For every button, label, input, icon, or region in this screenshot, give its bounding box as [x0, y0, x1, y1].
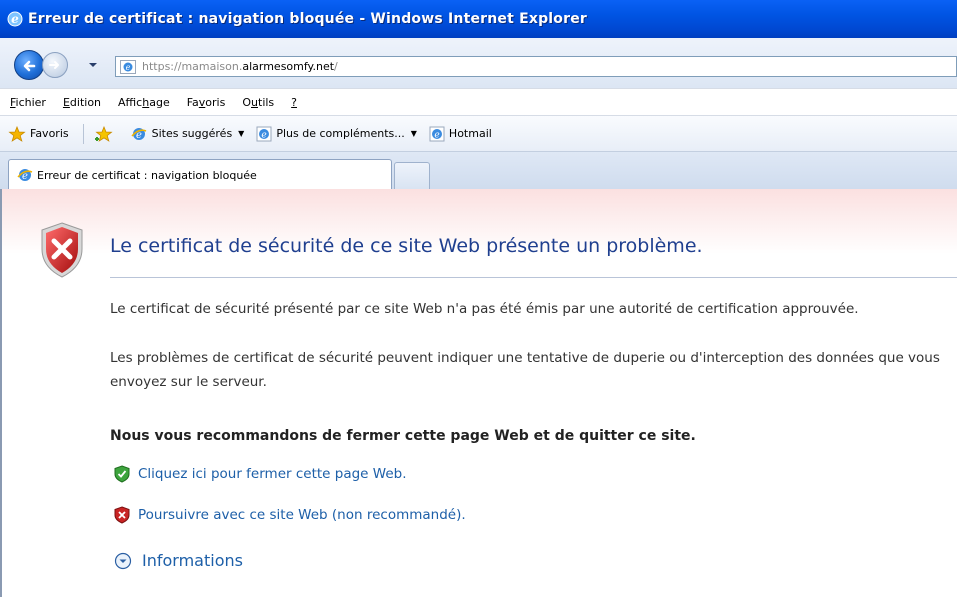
- ie-icon: e: [131, 127, 146, 141]
- separator: [82, 123, 84, 144]
- new-tab-button[interactable]: [394, 162, 430, 190]
- url-subdomain: mamaison.: [181, 60, 243, 73]
- close-page-label: Cliquez ici pour fermer cette page Web.: [138, 466, 407, 482]
- menu-favoris[interactable]: Favoris: [187, 96, 226, 109]
- certificate-message: Le certificat de sécurité présenté par c…: [110, 301, 859, 317]
- title-bar: e Erreur de certificat : navigation bloq…: [0, 0, 957, 38]
- history-dropdown-icon[interactable]: [88, 62, 98, 68]
- more-information-toggle[interactable]: Informations: [114, 551, 243, 570]
- svg-text:e: e: [136, 130, 142, 141]
- svg-text:e: e: [262, 130, 267, 140]
- recommendation-text: Nous vous recommandons de fermer cette p…: [110, 428, 696, 444]
- continue-site-label: Poursuivre avec ce site Web (non recomma…: [138, 507, 466, 523]
- tab-strip: e Erreur de certificat : navigation bloq…: [0, 151, 957, 190]
- caret-down-icon: ▼: [410, 129, 417, 138]
- continue-site-link[interactable]: Poursuivre avec ce site Web (non recomma…: [114, 506, 466, 524]
- add-favorite-icon: [94, 125, 113, 142]
- favorites-bar: Favoris e Sites suggérés ▼ e Plus de com…: [0, 115, 957, 151]
- page-icon: e: [120, 59, 136, 74]
- address-toolbar: e https://mamaison. alarmesomfy.net /: [0, 38, 957, 88]
- svg-text:e: e: [126, 63, 131, 72]
- more-addons-label: Plus de compléments...: [276, 127, 405, 140]
- favorites-button[interactable]: Favoris: [8, 125, 69, 142]
- ie-page-icon: e: [256, 126, 272, 141]
- warning-message: Les problèmes de certificat de sécurité …: [110, 350, 940, 390]
- hotmail-label: Hotmail: [448, 127, 492, 140]
- svg-text:e: e: [434, 130, 439, 140]
- forward-arrow-icon: [49, 61, 59, 69]
- menu-edition[interactable]: Edition: [63, 96, 101, 109]
- add-favorite-button[interactable]: [94, 125, 118, 142]
- star-icon: [8, 125, 26, 142]
- url-path: /: [334, 60, 338, 73]
- red-shield-icon: [114, 506, 130, 524]
- expand-chevron-icon: [114, 552, 132, 569]
- menu-bar: Fichier Edition Affichage Favoris Outils…: [0, 88, 957, 115]
- page-content: Le certificat de sécurité de ce site Web…: [0, 189, 957, 597]
- forward-button[interactable]: [42, 52, 68, 78]
- caret-down-icon: ▼: [238, 129, 245, 138]
- ie-logo-icon: e: [7, 11, 23, 27]
- menu-outils[interactable]: Outils: [242, 96, 274, 109]
- ie-tab-icon: e: [17, 169, 33, 182]
- suggested-sites-label: Sites suggérés: [151, 127, 233, 140]
- tab-label: Erreur de certificat : navigation bloqué…: [37, 168, 257, 182]
- svg-text:e: e: [11, 12, 19, 26]
- page-heading: Le certificat de sécurité de ce site Web…: [110, 235, 703, 257]
- ie-page-icon: e: [429, 126, 445, 141]
- close-page-link[interactable]: Cliquez ici pour fermer cette page Web.: [114, 465, 407, 483]
- suggested-sites-button[interactable]: e Sites suggérés ▼: [130, 126, 245, 142]
- favorites-label: Favoris: [30, 127, 69, 140]
- back-arrow-icon: [23, 60, 36, 72]
- menu-help[interactable]: ?: [291, 96, 297, 109]
- error-shield-icon: [41, 222, 83, 278]
- hotmail-button[interactable]: e Hotmail: [429, 126, 492, 142]
- url-protocol: https://: [142, 60, 182, 73]
- address-bar[interactable]: e https://mamaison. alarmesomfy.net /: [115, 56, 957, 77]
- tab-certificate-error[interactable]: e Erreur de certificat : navigation bloq…: [8, 159, 392, 190]
- divider: [110, 277, 957, 278]
- window-title: Erreur de certificat : navigation bloqué…: [28, 11, 588, 27]
- menu-affichage[interactable]: Affichage: [118, 96, 170, 109]
- url-host: alarmesomfy.net: [242, 60, 335, 73]
- information-label: Informations: [142, 551, 243, 570]
- more-addons-button[interactable]: e Plus de compléments... ▼: [256, 126, 417, 142]
- svg-text:e: e: [22, 171, 28, 182]
- menu-fichier[interactable]: Fichier: [10, 96, 46, 109]
- back-button[interactable]: [14, 50, 44, 80]
- green-shield-icon: [114, 465, 130, 483]
